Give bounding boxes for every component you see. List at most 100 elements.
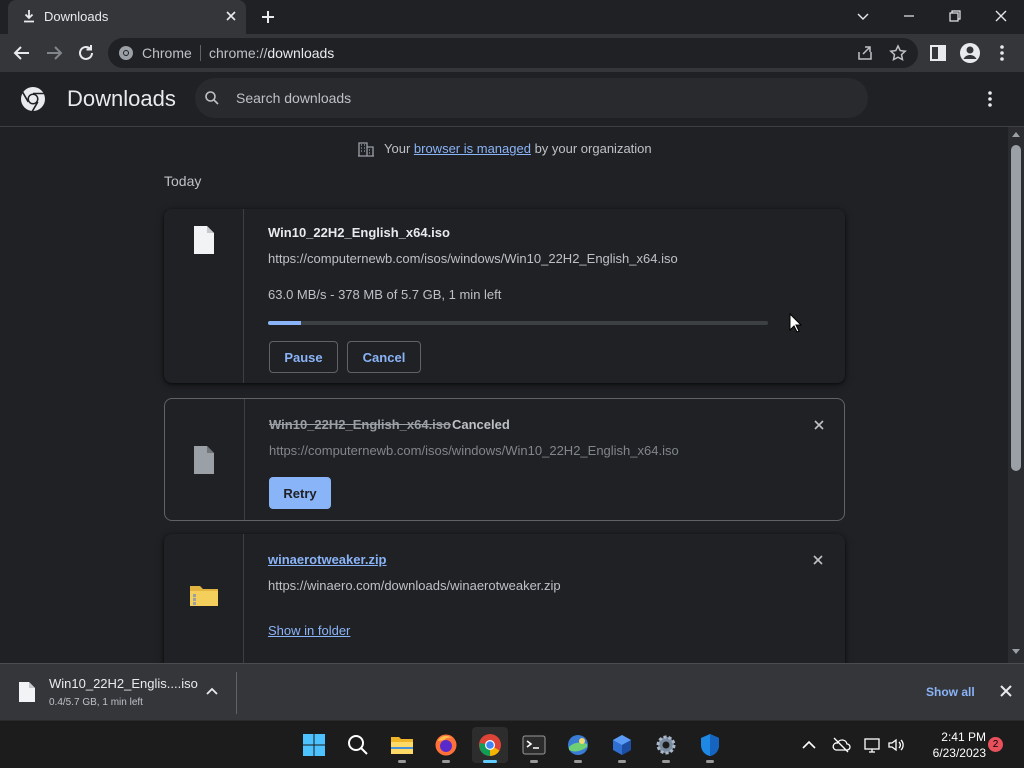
- show-in-folder-link[interactable]: Show in folder: [268, 623, 350, 638]
- progress-bar: [268, 321, 768, 325]
- file-url[interactable]: https://computernewb.com/isos/windows/Wi…: [269, 443, 679, 458]
- restore-icon[interactable]: [941, 4, 969, 28]
- download-item: Win10_22H2_English_x64.iso https://compu…: [164, 209, 845, 383]
- close-window-icon[interactable]: [987, 4, 1015, 28]
- tab-search-chevron-icon[interactable]: [849, 4, 877, 28]
- tab-close-icon[interactable]: [222, 7, 240, 25]
- share-icon[interactable]: [856, 44, 874, 62]
- clock-time: 2:41 PM: [941, 730, 986, 744]
- downloads-header: Downloads: [0, 72, 1024, 127]
- canceled-label: Canceled: [452, 417, 510, 432]
- cube-app-icon: [613, 735, 631, 755]
- chrome-icon: [119, 46, 133, 60]
- globe-app-icon: [568, 735, 588, 755]
- address-bar[interactable]: Chrome chrome://downloads: [108, 38, 918, 68]
- chrome-icon: [479, 734, 501, 756]
- retry-button[interactable]: Retry: [269, 477, 331, 509]
- running-indicator: [442, 760, 450, 763]
- profile-icon[interactable]: [957, 40, 983, 66]
- file-url[interactable]: https://winaero.com/downloads/winaerotwe…: [268, 578, 561, 593]
- taskbar-file-explorer[interactable]: [384, 727, 420, 763]
- chrome-menu-icon[interactable]: [989, 40, 1015, 66]
- taskbar-security[interactable]: [692, 727, 728, 763]
- date-section-label: Today: [164, 173, 202, 189]
- chevron-up-icon[interactable]: [204, 684, 220, 700]
- clock[interactable]: 2:41 PM 6/23/2023: [916, 729, 986, 761]
- close-shelf-icon[interactable]: [998, 683, 1014, 699]
- active-indicator: [483, 760, 497, 763]
- building-icon: [358, 142, 374, 157]
- chevron-up-icon[interactable]: [799, 735, 819, 755]
- download-icon: [24, 10, 34, 23]
- taskbar-chrome[interactable]: [472, 727, 508, 763]
- download-item-canceled: Win10_22H2_English_x64.iso Canceled http…: [164, 398, 845, 521]
- taskbar-search[interactable]: [340, 727, 376, 763]
- folder-icon: [391, 737, 413, 754]
- show-all-button[interactable]: Show all: [914, 678, 987, 706]
- running-indicator: [574, 760, 582, 763]
- remove-icon[interactable]: [810, 416, 828, 434]
- cancel-button[interactable]: Cancel: [347, 341, 421, 373]
- running-indicator: [398, 760, 406, 763]
- gear-icon: [656, 735, 676, 755]
- download-shelf: Win10_22H2_Englis....iso 0.4/5.7 GB, 1 m…: [0, 663, 1024, 720]
- scroll-down-icon[interactable]: [1012, 649, 1020, 655]
- browser-managed-link[interactable]: browser is managed: [414, 141, 531, 156]
- tab-downloads[interactable]: Downloads: [8, 0, 246, 34]
- downloads-list: Your browser is managed by your organiza…: [0, 127, 1008, 663]
- file-icon-column: [164, 534, 244, 663]
- minimize-icon[interactable]: [895, 4, 923, 28]
- search-input[interactable]: [236, 86, 836, 110]
- tab-strip: Downloads: [0, 0, 1024, 34]
- tab-title: Downloads: [44, 9, 109, 24]
- windows-icon: [303, 734, 325, 756]
- network-icon[interactable]: [863, 735, 883, 755]
- taskbar-terminal[interactable]: [516, 727, 552, 763]
- search-box[interactable]: [195, 78, 868, 118]
- shield-icon: [701, 734, 719, 756]
- back-icon[interactable]: [9, 40, 35, 66]
- notification-badge[interactable]: 2: [988, 737, 1003, 752]
- scrollbar[interactable]: [1008, 127, 1024, 663]
- pause-button[interactable]: Pause: [269, 341, 338, 373]
- zip-folder-icon: [190, 586, 218, 606]
- site-label: Chrome: [142, 45, 192, 61]
- mouse-cursor-icon: [789, 313, 803, 333]
- search-icon: [205, 91, 219, 105]
- start-button[interactable]: [296, 727, 332, 763]
- taskbar-app-photos[interactable]: [560, 727, 596, 763]
- windows-taskbar: 2:41 PM 6/23/2023 2: [0, 720, 1024, 768]
- running-indicator: [618, 760, 626, 763]
- taskbar-firefox[interactable]: [428, 727, 464, 763]
- shelf-file-name[interactable]: Win10_22H2_Englis....iso: [49, 676, 198, 691]
- more-actions-icon[interactable]: [980, 88, 1000, 110]
- remove-icon[interactable]: [809, 551, 827, 569]
- file-url[interactable]: https://computernewb.com/isos/windows/Wi…: [268, 251, 678, 266]
- side-panel-icon[interactable]: [925, 40, 951, 66]
- search-icon: [348, 735, 368, 755]
- onedrive-offline-icon[interactable]: [831, 735, 851, 755]
- running-indicator: [530, 760, 538, 763]
- file-name-link[interactable]: winaerotweaker.zip: [268, 552, 387, 567]
- volume-icon[interactable]: [886, 735, 906, 755]
- taskbar-app-dev[interactable]: [604, 727, 640, 763]
- file-name: Win10_22H2_English_x64.iso: [269, 417, 451, 432]
- file-icon: [194, 226, 214, 254]
- scroll-up-icon[interactable]: [1012, 131, 1020, 137]
- taskbar-settings[interactable]: [648, 727, 684, 763]
- shelf-divider: [236, 672, 237, 714]
- new-tab-icon[interactable]: [258, 7, 278, 27]
- bookmark-star-icon[interactable]: [889, 44, 907, 62]
- forward-icon[interactable]: [41, 40, 67, 66]
- reload-icon[interactable]: [73, 40, 99, 66]
- file-icon: [194, 446, 214, 474]
- file-icon-column: [164, 209, 244, 383]
- file-icon: [19, 682, 35, 702]
- download-item-complete: winaerotweaker.zip https://winaero.com/d…: [164, 534, 845, 663]
- chrome-logo-icon: [21, 87, 45, 112]
- omnibox-divider: [200, 45, 201, 61]
- file-name: Win10_22H2_English_x64.iso: [268, 225, 450, 240]
- running-indicator: [706, 760, 714, 763]
- scrollbar-thumb[interactable]: [1011, 145, 1021, 471]
- browser-toolbar: Chrome chrome://downloads: [0, 34, 1024, 72]
